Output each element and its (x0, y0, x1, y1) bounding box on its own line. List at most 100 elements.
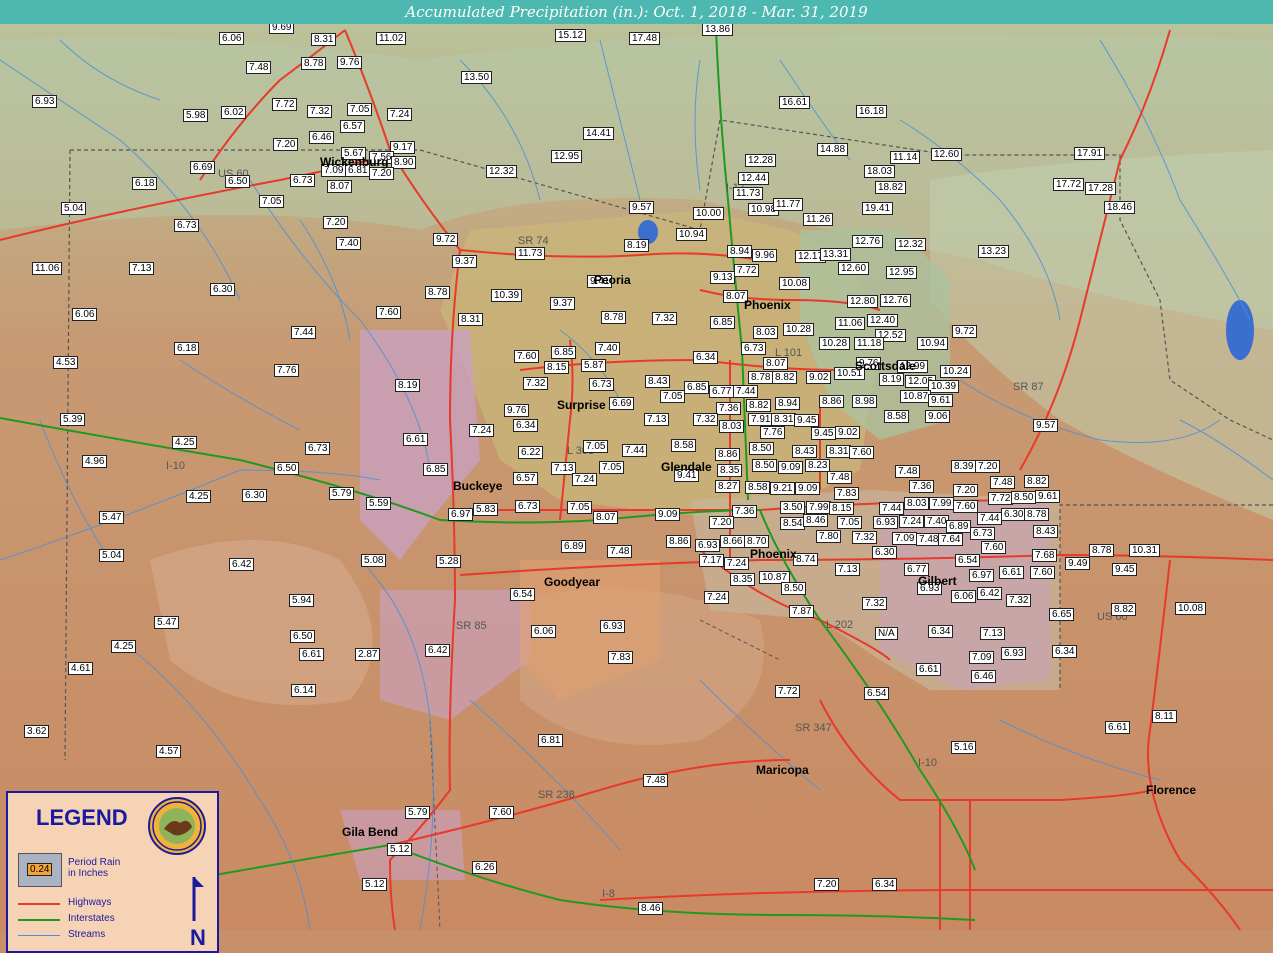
rain-gauge-value[interactable]: 6.57 (513, 472, 539, 485)
rain-gauge-value[interactable]: 5.47 (99, 511, 125, 524)
rain-gauge-value[interactable]: 11.06 (835, 317, 866, 330)
rain-gauge-value[interactable]: 6.26 (472, 861, 498, 874)
rain-gauge-value[interactable]: 6.65 (1049, 608, 1075, 621)
rain-gauge-value[interactable]: 12.95 (551, 150, 583, 163)
rain-gauge-value[interactable]: 7.05 (347, 103, 373, 116)
rain-gauge-value[interactable]: 7.24 (572, 473, 598, 486)
rain-gauge-value[interactable]: 12.80 (847, 295, 879, 308)
rain-gauge-value[interactable]: 8.78 (1089, 544, 1115, 557)
rain-gauge-value[interactable]: 7.20 (273, 138, 299, 151)
rain-gauge-value[interactable]: 8.46 (803, 514, 829, 527)
rain-gauge-value[interactable]: 10.08 (779, 277, 811, 290)
rain-gauge-value[interactable]: 8.07 (327, 180, 353, 193)
rain-gauge-value[interactable]: 7.36 (732, 505, 758, 518)
rain-gauge-value[interactable]: 9.06 (925, 410, 951, 423)
rain-gauge-value[interactable]: 7.44 (622, 444, 648, 457)
rain-gauge-value[interactable]: N/A (875, 627, 898, 640)
rain-gauge-value[interactable]: 9.76 (337, 56, 363, 69)
rain-gauge-value[interactable]: 6.73 (515, 500, 541, 513)
rain-gauge-value[interactable]: 4.25 (186, 490, 212, 503)
rain-gauge-value[interactable]: 7.48 (990, 476, 1016, 489)
rain-gauge-value[interactable]: 4.25 (111, 640, 137, 653)
rain-gauge-value[interactable]: 8.86 (715, 448, 741, 461)
rain-gauge-value[interactable]: 13.31 (820, 248, 852, 261)
rain-gauge-value[interactable]: 6.54 (510, 588, 536, 601)
rain-gauge-value[interactable]: 6.30 (1001, 508, 1027, 521)
rain-gauge-value[interactable]: 8.15 (829, 502, 855, 515)
rain-gauge-value[interactable]: 13.86 (702, 23, 734, 36)
rain-gauge-value[interactable]: 9.13 (710, 271, 736, 284)
rain-gauge-value[interactable]: 8.39 (951, 460, 977, 473)
rain-gauge-value[interactable]: 7.44 (291, 326, 317, 339)
rain-gauge-value[interactable]: 7.05 (599, 461, 625, 474)
rain-gauge-value[interactable]: 9.45 (1112, 563, 1138, 576)
rain-gauge-value[interactable]: 6.57 (340, 120, 366, 133)
rain-gauge-value[interactable]: 7.13 (129, 262, 155, 275)
rain-gauge-value[interactable]: 18.82 (875, 181, 907, 194)
rain-gauge-value[interactable]: 8.58 (671, 439, 697, 452)
rain-gauge-value[interactable]: 11.26 (803, 213, 834, 226)
rain-gauge-value[interactable]: 7.32 (852, 531, 878, 544)
rain-gauge-value[interactable]: 8.82 (1024, 475, 1050, 488)
rain-gauge-value[interactable]: 7.60 (489, 806, 515, 819)
rain-gauge-value[interactable]: 5.04 (61, 202, 87, 215)
rain-gauge-value[interactable]: 7.48 (827, 471, 853, 484)
rain-gauge-value[interactable]: 9.09 (655, 508, 681, 521)
rain-gauge-value[interactable]: 7.72 (775, 685, 801, 698)
rain-gauge-value[interactable]: 7.32 (693, 413, 719, 426)
rain-gauge-value[interactable]: 8.86 (819, 395, 845, 408)
rain-gauge-value[interactable]: 4.53 (53, 356, 79, 369)
rain-gauge-value[interactable]: 9.09 (778, 461, 804, 474)
rain-gauge-value[interactable]: 8.94 (775, 397, 801, 410)
rain-gauge-value[interactable]: 6.73 (589, 378, 615, 391)
rain-gauge-value[interactable]: 6.93 (32, 95, 58, 108)
rain-gauge-value[interactable]: 5.12 (362, 878, 388, 891)
rain-gauge-value[interactable]: 8.86 (666, 535, 692, 548)
rain-gauge-value[interactable]: 6.54 (955, 554, 981, 567)
rain-gauge-value[interactable]: 4.96 (82, 455, 108, 468)
rain-gauge-value[interactable]: 7.48 (607, 545, 633, 558)
rain-gauge-value[interactable]: 7.64 (938, 533, 964, 546)
rain-gauge-value[interactable]: 10.39 (928, 380, 960, 393)
rain-gauge-value[interactable]: 8.58 (884, 410, 910, 423)
rain-gauge-value[interactable]: 8.82 (772, 371, 798, 384)
rain-gauge-value[interactable]: 12.60 (838, 262, 870, 275)
rain-gauge-value[interactable]: 5.59 (366, 497, 392, 510)
rain-gauge-value[interactable]: 7.05 (583, 440, 609, 453)
rain-gauge-value[interactable]: 17.48 (629, 32, 661, 45)
rain-gauge-value[interactable]: 12.60 (931, 148, 963, 161)
rain-gauge-value[interactable]: 7.44 (879, 502, 905, 515)
rain-gauge-value[interactable]: 11.77 (773, 198, 804, 211)
rain-gauge-value[interactable]: 6.06 (951, 590, 977, 603)
rain-gauge-value[interactable]: 5.16 (951, 741, 977, 754)
rain-gauge-value[interactable]: 6.22 (518, 446, 544, 459)
rain-gauge-value[interactable]: 7.36 (716, 402, 742, 415)
rain-gauge-value[interactable]: 6.93 (600, 620, 626, 633)
rain-gauge-value[interactable]: 11.02 (376, 32, 407, 45)
rain-gauge-value[interactable]: 7.20 (975, 460, 1001, 473)
rain-gauge-value[interactable]: 8.90 (391, 156, 417, 169)
rain-gauge-value[interactable]: 7.72 (988, 492, 1014, 505)
rain-gauge-value[interactable]: 7.32 (523, 377, 549, 390)
rain-gauge-value[interactable]: 6.85 (684, 381, 710, 394)
rain-gauge-value[interactable]: 6.93 (695, 539, 721, 552)
rain-gauge-value[interactable]: 9.45 (794, 414, 820, 427)
rain-gauge-value[interactable]: 6.77 (709, 385, 735, 398)
rain-gauge-value[interactable]: 15.12 (555, 29, 587, 42)
rain-gauge-value[interactable]: 7.32 (652, 312, 678, 325)
rain-gauge-value[interactable]: 6.61 (916, 663, 942, 676)
rain-gauge-value[interactable]: 6.06 (531, 625, 557, 638)
rain-gauge-value[interactable]: 10.00 (693, 207, 725, 220)
rain-gauge-value[interactable]: 9.76 (504, 404, 530, 417)
rain-gauge-value[interactable]: 7.99 (806, 501, 832, 514)
rain-gauge-value[interactable]: 8.19 (879, 373, 905, 386)
rain-gauge-value[interactable]: 7.09 (892, 532, 918, 545)
rain-gauge-value[interactable]: 16.61 (779, 96, 811, 109)
rain-gauge-value[interactable]: 8.43 (1033, 525, 1059, 538)
rain-gauge-value[interactable]: 8.50 (752, 459, 778, 472)
rain-gauge-value[interactable]: 5.12 (387, 843, 413, 856)
rain-gauge-value[interactable]: 6.34 (513, 419, 539, 432)
rain-gauge-value[interactable]: 9.72 (433, 233, 459, 246)
rain-gauge-value[interactable]: 6.73 (290, 174, 316, 187)
rain-gauge-value[interactable]: 7.60 (1030, 566, 1056, 579)
